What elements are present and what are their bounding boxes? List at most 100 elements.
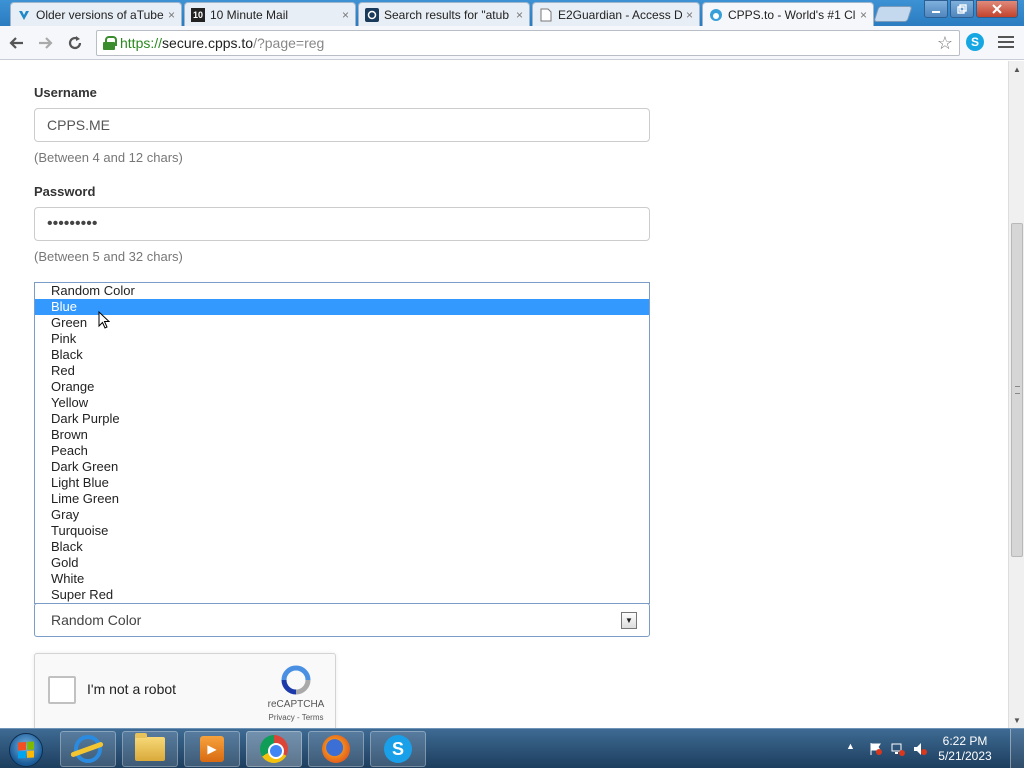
recaptcha-checkbox[interactable] [48,676,76,704]
color-option[interactable]: Turquoise [35,523,649,539]
color-option[interactable]: Pink [35,331,649,347]
color-option[interactable]: Random Color [35,283,649,299]
close-icon[interactable]: × [860,8,867,22]
password-hint: (Between 5 and 32 chars) [34,249,183,264]
minimize-icon[interactable] [924,0,948,18]
bookmark-star-icon[interactable]: ☆ [937,33,953,54]
color-option[interactable]: White [35,571,649,587]
tab-title: E2Guardian - Access De [558,7,682,22]
tab-search-results[interactable]: Search results for "atub × [358,2,530,26]
mouse-cursor-icon [98,311,110,329]
color-option[interactable]: Lime Green [35,491,649,507]
taskbar-skype[interactable]: S [370,731,426,767]
page-icon [539,8,553,22]
clock-time: 6:22 PM [942,734,988,748]
search-results-icon [365,7,379,22]
show-hidden-icons-icon[interactable]: ▲ [846,741,855,751]
password-field[interactable]: ••••••••• [34,207,650,241]
volume-muted-icon[interactable] [912,741,928,757]
color-option[interactable]: Red [35,363,649,379]
10minutemail-icon: 10 [191,7,205,22]
tab-e2guardian[interactable]: E2Guardian - Access De × [532,2,700,26]
tab-cpps[interactable]: CPPS.to - World's #1 Cl × [702,2,874,26]
recaptcha-label: I'm not a robot [87,681,177,697]
action-center-flag-icon[interactable] [868,741,884,757]
tab-title: Older versions of aTube [36,7,164,22]
color-option[interactable]: Light Blue [35,475,649,491]
color-option[interactable]: Super Red [35,587,649,603]
color-option[interactable]: Gold [35,555,649,571]
password-label: Password [34,184,96,199]
firefox-icon [322,735,350,763]
scrollbar-thumb[interactable] [1011,223,1023,557]
page-content: Username CPPS.ME (Between 4 and 12 chars… [0,61,1008,728]
lock-icon [103,36,117,50]
url-scheme: https:// [120,35,163,51]
window-controls [924,0,1018,18]
folder-icon [135,733,165,761]
color-option[interactable]: Green [35,315,649,331]
tab-10-minute-mail[interactable]: 10 10 Minute Mail × [184,2,356,26]
taskbar-internet-explorer[interactable] [60,731,116,767]
taskbar-chrome[interactable] [246,731,302,767]
windows-taskbar: ▶ S ▲ 6:22 PM 5/21/2023 [0,728,1024,768]
color-dropdown-list[interactable]: Random Color Blue Green Pink Black Red Orange Y… [34,282,650,604]
recaptcha-logo-icon [278,664,314,696]
close-icon[interactable]: × [168,8,175,22]
close-icon[interactable]: × [686,8,693,22]
color-option[interactable]: Gray [35,507,649,523]
menu-icon[interactable] [998,36,1014,50]
scroll-up-icon[interactable]: ▲ [1009,61,1024,77]
chevron-down-icon[interactable]: ▼ [621,612,637,629]
windows-flag-icon [18,741,34,759]
browser-tabstrip: Older versions of aTube × 10 10 Minute M… [0,0,1024,26]
color-option[interactable]: Yellow [35,395,649,411]
recaptcha-links[interactable]: Privacy - Terms [261,713,331,722]
close-icon[interactable]: × [516,8,523,22]
show-desktop-button[interactable] [1010,729,1024,768]
page-scrollbar[interactable]: ▲ ▼ [1008,61,1024,728]
username-hint: (Between 4 and 12 chars) [34,150,183,165]
start-button[interactable] [4,731,48,767]
color-option[interactable]: Orange [35,379,649,395]
recaptcha-widget: I'm not a robot reCAPTCHA Privacy - Term… [34,653,336,728]
close-window-icon[interactable] [976,0,1018,18]
system-tray: ▲ 6:22 PM 5/21/2023 [840,729,1024,768]
color-option[interactable]: Blue [35,299,649,315]
taskbar-file-explorer[interactable] [122,731,178,767]
clock-date: 5/21/2023 [938,749,992,763]
chrome-icon [260,735,288,763]
skype-extension-icon[interactable]: S [966,33,984,51]
tab-title: Search results for "atub [384,7,509,22]
close-icon[interactable]: × [342,8,349,22]
forward-icon[interactable] [34,32,56,54]
tab-atube[interactable]: Older versions of aTube × [10,2,182,26]
taskbar-media-player[interactable]: ▶ [184,731,240,767]
restore-icon[interactable] [950,0,974,18]
color-option[interactable]: Dark Green [35,459,649,475]
color-option[interactable]: Peach [35,443,649,459]
color-option[interactable]: Black [35,539,649,555]
username-label: Username [34,85,97,100]
url-host: secure.cpps.to [162,35,254,51]
color-select-value: Random Color [51,612,142,628]
address-bar[interactable]: https://secure.cpps.to/?page=reg ☆ [96,30,960,56]
taskbar-firefox[interactable] [308,731,364,767]
back-icon[interactable] [6,32,28,54]
skype-icon: S [384,735,412,763]
color-option[interactable]: Dark Purple [35,411,649,427]
scroll-down-icon[interactable]: ▼ [1009,712,1024,728]
scrollbar-grip-icon [1015,386,1020,394]
tab-title: 10 Minute Mail [210,7,289,22]
color-select[interactable]: Random Color ▼ [34,603,650,637]
system-clock[interactable]: 6:22 PM 5/21/2023 [936,734,994,764]
color-option[interactable]: Black [35,347,649,363]
url-path: /?page=reg [253,35,325,51]
network-icon[interactable] [890,741,906,757]
username-field[interactable]: CPPS.ME [34,108,650,142]
reload-icon[interactable] [64,32,86,54]
internet-explorer-icon [74,735,102,763]
browser-toolbar: https://secure.cpps.to/?page=reg ☆ S [0,26,1024,60]
color-option[interactable]: Brown [35,427,649,443]
new-tab-button[interactable] [873,6,913,22]
